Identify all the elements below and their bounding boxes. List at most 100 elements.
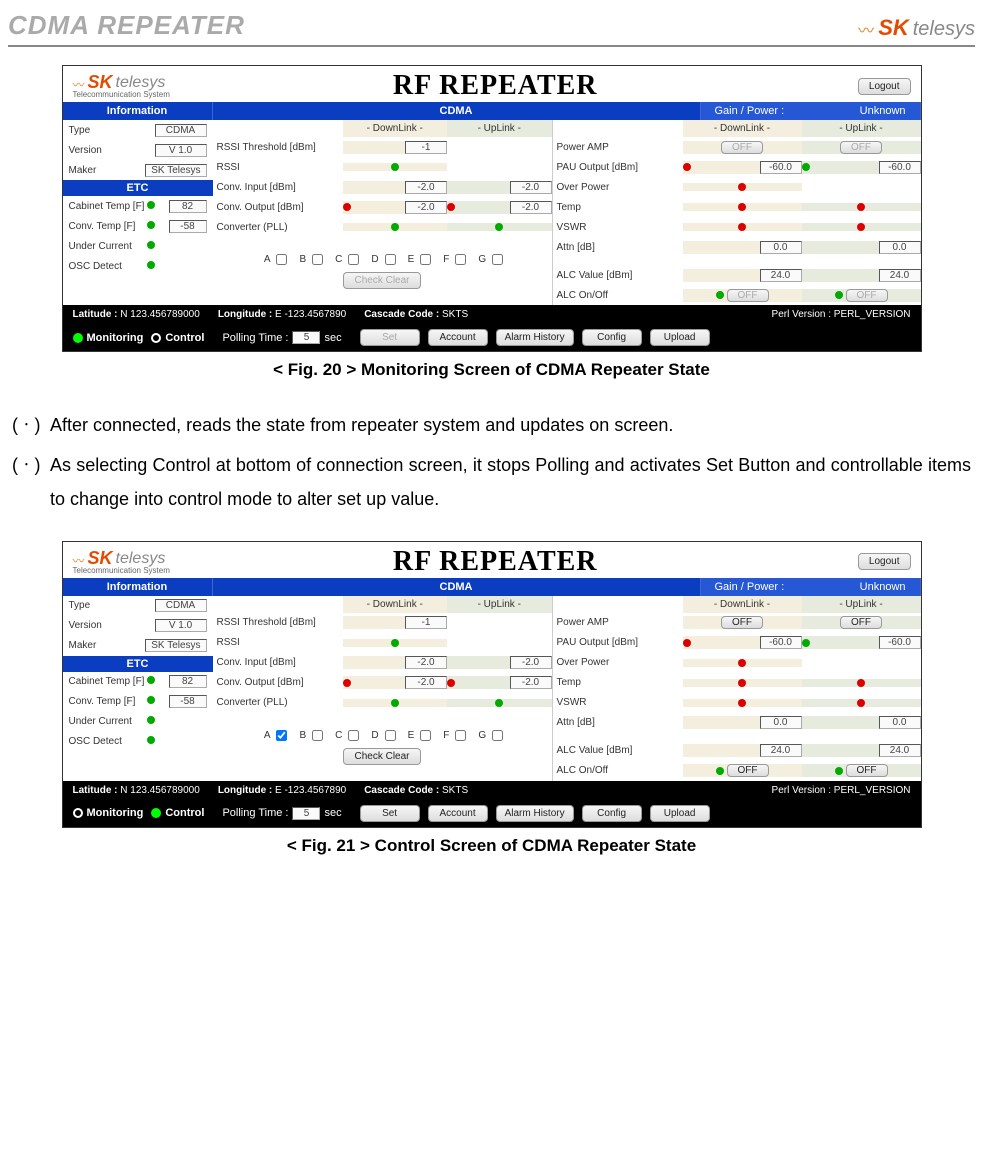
chan-g-checkbox[interactable] — [492, 254, 503, 265]
alc-onoff-dl[interactable]: OFF — [727, 289, 769, 302]
led-icon — [147, 221, 155, 229]
chan-e-checkbox[interactable] — [420, 730, 431, 741]
cabinet-temp-label: Cabinet Temp [F] — [69, 676, 147, 687]
downlink-header: - DownLink - — [343, 596, 448, 613]
polling-label: Polling Time : — [222, 807, 288, 819]
account-button[interactable]: Account — [428, 329, 488, 346]
alc-value-ul: 24.0 — [879, 269, 921, 282]
rssi-threshold-value[interactable]: -1 — [405, 616, 447, 629]
control-label: Control — [165, 807, 204, 819]
attn-ul[interactable]: 0.0 — [879, 716, 921, 729]
power-amp-dl[interactable]: OFF — [721, 141, 763, 154]
version-value: V 1.0 — [155, 144, 207, 157]
upload-button[interactable]: Upload — [650, 329, 710, 346]
chan-a-checkbox[interactable] — [276, 254, 287, 265]
chan-d-label: D — [371, 254, 378, 265]
config-button[interactable]: Config — [582, 329, 642, 346]
radio-on-icon — [73, 333, 83, 343]
led-icon — [857, 679, 865, 687]
control-bar: Monitoring Control Polling Time :5sec Se… — [63, 800, 921, 827]
doc-header: CDMA REPEATER 〰 SK telesys — [8, 10, 975, 47]
paragraph-text: As selecting Control at bottom of connec… — [50, 448, 971, 516]
chan-a-checkbox[interactable] — [276, 730, 287, 741]
chan-d-checkbox[interactable] — [385, 254, 396, 265]
check-clear-button[interactable]: Check Clear — [343, 272, 420, 289]
led-icon — [738, 183, 746, 191]
set-button[interactable]: Set — [360, 805, 420, 822]
app-logo: 〰 SK telesys Telecommunication System — [73, 549, 170, 575]
cabinet-temp-label: Cabinet Temp [F] — [69, 201, 147, 212]
power-amp-dl[interactable]: OFF — [721, 616, 763, 629]
chan-b-checkbox[interactable] — [312, 730, 323, 741]
chan-c-checkbox[interactable] — [348, 730, 359, 741]
control-radio[interactable]: Control — [151, 332, 204, 344]
chan-g-label: G — [478, 730, 486, 741]
pau-output-dl: -60.0 — [760, 636, 802, 649]
maker-label: Maker — [69, 640, 146, 651]
screenshot-control: 〰 SK telesys Telecommunication System RF… — [62, 541, 922, 828]
led-icon — [343, 203, 351, 211]
logo-telesys: telesys — [913, 18, 975, 41]
polling-value[interactable]: 5 — [292, 807, 320, 820]
power-amp-ul[interactable]: OFF — [840, 141, 882, 154]
monitoring-radio[interactable]: Monitoring — [73, 807, 144, 819]
type-value: CDMA — [155, 599, 207, 612]
conv-input-ul: -2.0 — [510, 181, 552, 194]
version-value: V 1.0 — [155, 619, 207, 632]
alc-value-label: ALC Value [dBm] — [553, 745, 683, 756]
logo-telesys-text: telesys — [116, 75, 166, 91]
alarm-history-button[interactable]: Alarm History — [496, 329, 574, 346]
rssi-threshold-label: RSSI Threshold [dBm] — [213, 142, 343, 153]
attn-dl: 0.0 — [760, 241, 802, 254]
chan-e-checkbox[interactable] — [420, 254, 431, 265]
chan-c-label: C — [335, 730, 342, 741]
alc-onoff-ul[interactable]: OFF — [846, 289, 888, 302]
radio-off-icon — [73, 808, 83, 818]
over-power-label: Over Power — [553, 657, 683, 668]
chan-d-checkbox[interactable] — [385, 730, 396, 741]
conv-input-dl: -2.0 — [405, 656, 447, 669]
alc-value-dl[interactable]: 24.0 — [760, 744, 802, 757]
set-button[interactable]: Set — [360, 329, 420, 346]
power-amp-ul[interactable]: OFF — [840, 616, 882, 629]
chan-g-checkbox[interactable] — [492, 730, 503, 741]
control-radio[interactable]: Control — [151, 807, 204, 819]
alc-onoff-dl[interactable]: OFF — [727, 764, 769, 777]
upload-button[interactable]: Upload — [650, 805, 710, 822]
maker-label: Maker — [69, 165, 146, 176]
converter-pll-label: Converter (PLL) — [213, 222, 343, 233]
pau-output-ul: -60.0 — [879, 161, 921, 174]
polling-value[interactable]: 5 — [292, 331, 320, 344]
alc-onoff-label: ALC On/Off — [553, 290, 683, 301]
attn-dl[interactable]: 0.0 — [760, 716, 802, 729]
config-button[interactable]: Config — [582, 805, 642, 822]
doc-title: CDMA REPEATER — [8, 10, 245, 41]
type-label: Type — [69, 125, 147, 136]
alarm-history-button[interactable]: Alarm History — [496, 805, 574, 822]
led-icon — [147, 261, 155, 269]
uplink-header: - UpLink - — [447, 596, 552, 613]
chan-g-label: G — [478, 254, 486, 265]
led-icon — [857, 203, 865, 211]
gain-power-label: Gain / Power : — [715, 581, 785, 593]
chan-f-checkbox[interactable] — [455, 730, 466, 741]
chan-c-checkbox[interactable] — [348, 254, 359, 265]
brand-logo: 〰 SK telesys — [858, 15, 975, 41]
downlink-header: - DownLink - — [683, 120, 802, 137]
logo-sk-text: SK — [88, 549, 113, 567]
account-button[interactable]: Account — [428, 805, 488, 822]
check-clear-button[interactable]: Check Clear — [343, 748, 420, 765]
converter-pll-label: Converter (PLL) — [213, 697, 343, 708]
paragraph-list: (ㆍ) After connected, reads the state fro… — [8, 408, 975, 517]
led-icon — [391, 699, 399, 707]
alc-onoff-label: ALC On/Off — [553, 765, 683, 776]
chan-b-checkbox[interactable] — [312, 254, 323, 265]
alc-onoff-ul[interactable]: OFF — [846, 764, 888, 777]
chan-f-checkbox[interactable] — [455, 254, 466, 265]
alc-value-ul[interactable]: 24.0 — [879, 744, 921, 757]
type-value: CDMA — [155, 124, 207, 137]
logout-button[interactable]: Logout — [858, 78, 911, 95]
chan-b-label: B — [299, 730, 306, 741]
logout-button[interactable]: Logout — [858, 553, 911, 570]
monitoring-radio[interactable]: Monitoring — [73, 332, 144, 344]
